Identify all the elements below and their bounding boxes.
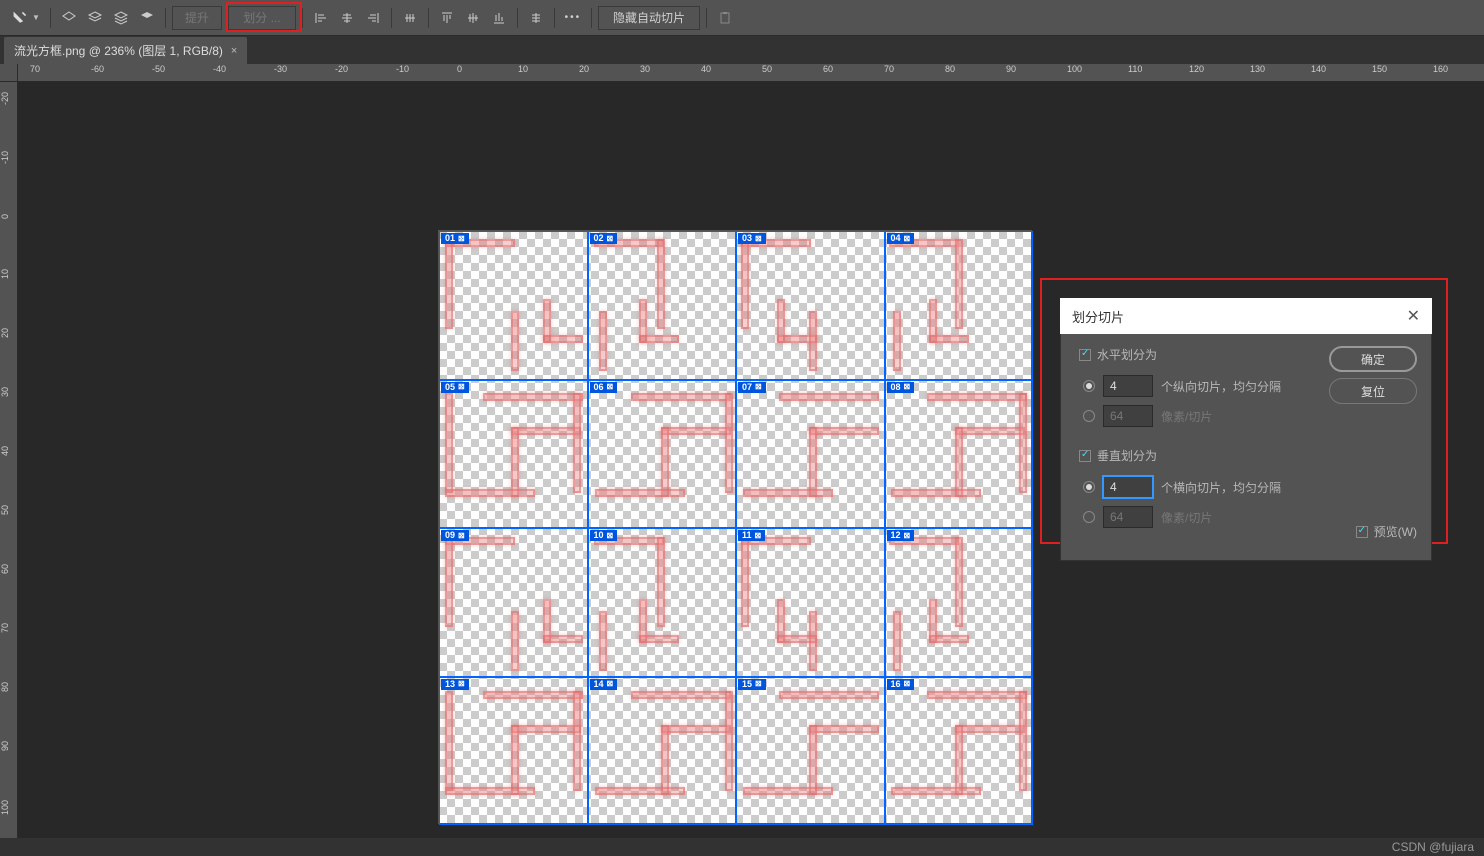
promote-button[interactable]: 提升 — [172, 6, 222, 30]
vertical-label: 垂直划分为 — [1097, 447, 1157, 464]
hide-auto-slice-button[interactable]: 隐藏自动切片 — [598, 6, 700, 30]
dialog-highlight: 划分切片 ✕ 水平划分为 个纵向切片，均匀分隔 — [1040, 278, 1448, 544]
horizontal-label: 水平划分为 — [1097, 346, 1157, 363]
slice-09[interactable]: 09⊠ — [439, 528, 588, 677]
document-tab-bar: 流光方框.png @ 236% (图层 1, RGB/8) × — [0, 36, 1484, 64]
align-center-v-icon[interactable] — [461, 6, 485, 30]
v-px-input[interactable] — [1103, 506, 1153, 528]
v-px-suffix: 像素/切片 — [1161, 509, 1212, 526]
clipboard-icon[interactable] — [713, 6, 737, 30]
align-bottom-icon[interactable] — [487, 6, 511, 30]
align-center-h-icon[interactable] — [335, 6, 359, 30]
separator — [517, 8, 518, 28]
slice-10[interactable]: 10⊠ — [588, 528, 737, 677]
separator — [706, 8, 707, 28]
highlight-annotation — [226, 2, 302, 32]
distribute-v-icon[interactable] — [524, 6, 548, 30]
slice-14[interactable]: 14⊠ — [588, 677, 737, 826]
more-options-icon[interactable]: ••• — [561, 6, 585, 30]
separator — [165, 8, 166, 28]
vertical-ruler[interactable]: -20-100102030405060708090100 — [0, 82, 18, 838]
h-px-radio[interactable] — [1083, 410, 1095, 422]
slice-12[interactable]: 12⊠ — [885, 528, 1034, 677]
slice-13[interactable]: 13⊠ — [439, 677, 588, 826]
slice-02[interactable]: 02⊠ — [588, 231, 737, 380]
vertical-checkbox[interactable] — [1079, 450, 1091, 462]
h-px-input[interactable] — [1103, 405, 1153, 427]
align-right-icon[interactable] — [361, 6, 385, 30]
v-count-input[interactable] — [1103, 476, 1153, 498]
separator — [50, 8, 51, 28]
dialog-close-button[interactable]: ✕ — [1407, 306, 1420, 326]
align-left-icon[interactable] — [309, 6, 333, 30]
options-bar: ▼ 提升 划分 ... ••• 隐藏自动切片 — [0, 0, 1484, 36]
separator — [302, 8, 303, 28]
slice-15[interactable]: 15⊠ — [736, 677, 885, 826]
watermark: CSDN @fujiara — [1392, 840, 1474, 854]
preview-label: 预览(W) — [1374, 523, 1417, 540]
horizontal-group: 水平划分为 个纵向切片，均匀分隔 像素/切片 — [1079, 346, 1315, 431]
slice-08[interactable]: 08⊠ — [885, 380, 1034, 529]
h-count-input[interactable] — [1103, 375, 1153, 397]
reset-button[interactable]: 复位 — [1329, 378, 1417, 404]
layer-stack-icon-1[interactable] — [57, 6, 81, 30]
slice-03[interactable]: 03⊠ — [736, 231, 885, 380]
slice-grid: 01⊠02⊠03⊠04⊠05⊠06⊠07⊠08⊠09⊠10⊠11⊠12⊠13⊠1… — [439, 231, 1031, 823]
tab-close-button[interactable]: × — [231, 45, 237, 57]
h-count-suffix: 个纵向切片，均匀分隔 — [1161, 378, 1281, 395]
separator — [428, 8, 429, 28]
slice-05[interactable]: 05⊠ — [439, 380, 588, 529]
layer-stack-icon-4[interactable] — [135, 6, 159, 30]
horizontal-checkbox[interactable] — [1079, 349, 1091, 361]
separator — [554, 8, 555, 28]
slice-07[interactable]: 07⊠ — [736, 380, 885, 529]
horizontal-ruler[interactable]: 70-60-50-40-30-20-1001020304050607080901… — [18, 64, 1484, 82]
dialog-options: 水平划分为 个纵向切片，均匀分隔 像素/切片 — [1079, 346, 1315, 548]
slice-16[interactable]: 16⊠ — [885, 677, 1034, 826]
preview-checkbox[interactable] — [1356, 526, 1368, 538]
v-count-suffix: 个横向切片，均匀分隔 — [1161, 479, 1281, 496]
h-count-radio[interactable] — [1083, 380, 1095, 392]
document-canvas[interactable]: 01⊠02⊠03⊠04⊠05⊠06⊠07⊠08⊠09⊠10⊠11⊠12⊠13⊠1… — [438, 230, 1032, 824]
slice-tool-icon[interactable]: ▼ — [6, 8, 44, 28]
document-tab[interactable]: 流光方框.png @ 236% (图层 1, RGB/8) × — [4, 37, 247, 64]
layer-stack-icon-3[interactable] — [109, 6, 133, 30]
h-px-suffix: 像素/切片 — [1161, 408, 1212, 425]
ok-button[interactable]: 确定 — [1329, 346, 1417, 372]
separator — [391, 8, 392, 28]
dialog-titlebar: 划分切片 ✕ — [1060, 298, 1432, 334]
v-count-radio[interactable] — [1083, 481, 1095, 493]
separator — [591, 8, 592, 28]
align-top-icon[interactable] — [435, 6, 459, 30]
dialog-body: 水平划分为 个纵向切片，均匀分隔 像素/切片 — [1060, 334, 1432, 561]
status-bar — [0, 838, 1484, 856]
v-px-radio[interactable] — [1083, 511, 1095, 523]
vertical-group: 垂直划分为 个横向切片，均匀分隔 像素/切片 — [1079, 447, 1315, 532]
layer-stack-icon-2[interactable] — [83, 6, 107, 30]
slice-06[interactable]: 06⊠ — [588, 380, 737, 529]
tab-title: 流光方框.png @ 236% (图层 1, RGB/8) — [14, 42, 223, 59]
divide-slice-dialog: 划分切片 ✕ 水平划分为 个纵向切片，均匀分隔 — [1060, 298, 1432, 528]
dialog-buttons: 确定 复位 预览(W) — [1329, 346, 1417, 548]
ruler-corner — [0, 64, 18, 82]
dialog-title-text: 划分切片 — [1072, 307, 1124, 326]
slice-04[interactable]: 04⊠ — [885, 231, 1034, 380]
distribute-h-icon[interactable] — [398, 6, 422, 30]
slice-11[interactable]: 11⊠ — [736, 528, 885, 677]
slice-01[interactable]: 01⊠ — [439, 231, 588, 380]
